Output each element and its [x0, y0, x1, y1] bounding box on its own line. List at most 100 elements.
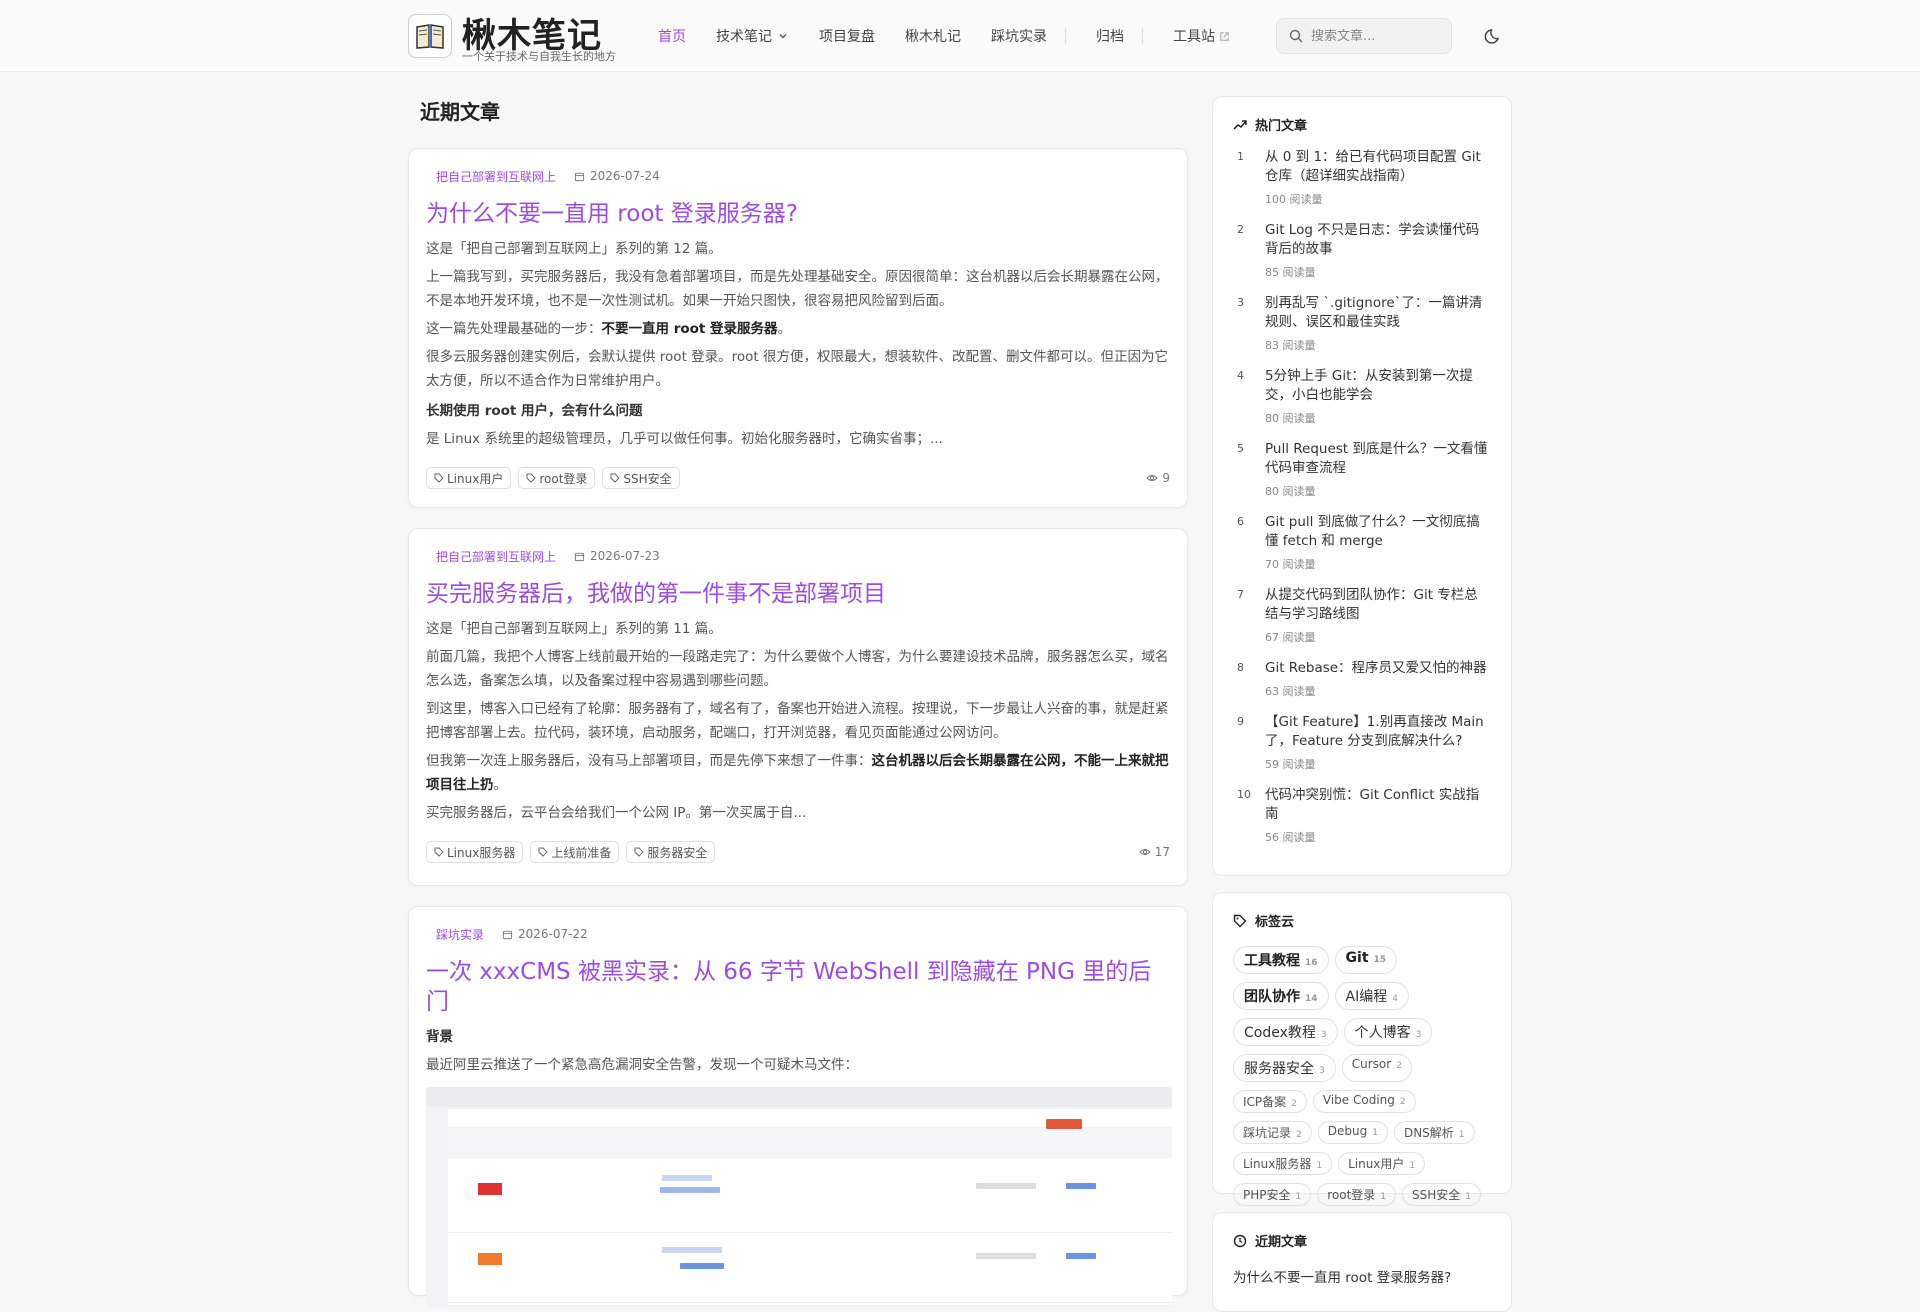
hot-post-item[interactable]: 7 从提交代码到团队协作：Git 专栏总结与学习路线图 67 阅读量	[1233, 586, 1491, 645]
cloud-tag-label: Vibe Coding	[1322, 1093, 1395, 1107]
post-card[interactable]: 把自己部署到互联网上 2026-07-24 为什么不要一直用 root 登录服务…	[408, 148, 1188, 508]
cloud-tag[interactable]: ICP备案 2	[1233, 1090, 1307, 1113]
hot-post-title[interactable]: 从 0 到 1：给已有代码项目配置 Git 仓库（超详细实战指南）	[1265, 148, 1491, 186]
hot-post-title[interactable]: 别再乱写 `.gitignore`了：一篇讲清规则、误区和最佳实践	[1265, 294, 1491, 332]
hot-post-item[interactable]: 2 Git Log 不只是日志：学会读懂代码背后的故事 85 阅读量	[1233, 221, 1491, 280]
cloud-tag[interactable]: Debug 1	[1317, 1121, 1388, 1144]
post-tag[interactable]: root登录	[518, 467, 596, 489]
nav-home-label: 首页	[658, 29, 686, 45]
post-tag[interactable]: Linux用户	[426, 467, 512, 489]
hot-post-title[interactable]: 5分钟上手 Git：从安装到第一次提交，小白也能学会	[1265, 367, 1491, 405]
post-excerpt: 这是「把自己部署到互联网上」系列的第 11 篇。 前面几篇，我把个人博客上线前最…	[426, 617, 1170, 825]
post-title[interactable]: 买完服务器后，我做的第一件事不是部署项目	[426, 579, 1170, 609]
hot-post-rank: 3	[1237, 296, 1244, 309]
search-box[interactable]	[1276, 18, 1452, 54]
recent-posts-title: 近期文章	[1255, 1235, 1308, 1250]
book-logo-icon[interactable]	[408, 14, 452, 58]
hot-post-item[interactable]: 9 【Git Feature】1.别再直接改 Main 了，Feature 分支到…	[1233, 713, 1491, 772]
post-title[interactable]: 为什么不要一直用 root 登录服务器?	[426, 199, 1170, 229]
cloud-tag-count: 2	[1291, 1099, 1297, 1109]
hot-post-reads: 100 阅读量	[1265, 193, 1323, 206]
cloud-tag[interactable]: SSH安全 1	[1402, 1183, 1482, 1206]
hot-post-title[interactable]: 【Git Feature】1.别再直接改 Main 了，Feature 分支到底…	[1265, 713, 1491, 751]
excerpt-paragraph: 是 Linux 系统里的超级管理员，几乎可以做任何事。初始化服务器时，它确实省事…	[426, 431, 943, 447]
calendar-icon	[574, 172, 585, 181]
cloud-tag[interactable]: AI编程 4	[1334, 982, 1409, 1010]
category-badge[interactable]: 把自己部署到互联网上	[426, 168, 566, 185]
hot-post-title[interactable]: Pull Request 到底是什么？一文看懂代码审查流程	[1265, 440, 1491, 478]
cloud-tag[interactable]: 踩坑记录 2	[1233, 1121, 1312, 1144]
hot-post-item[interactable]: 1 从 0 到 1：给已有代码项目配置 Git 仓库（超详细实战指南） 100 阅读…	[1233, 148, 1491, 207]
cloud-tag[interactable]: 团队协作 14	[1233, 982, 1329, 1010]
post-tag[interactable]: 服务器安全	[626, 841, 716, 863]
hot-post-title[interactable]: Git Log 不只是日志：学会读懂代码背后的故事	[1265, 221, 1491, 259]
post-date: 2026-07-23	[574, 549, 660, 563]
category-badge[interactable]: 踩坑实录	[426, 926, 494, 943]
hot-post-title[interactable]: 代码冲突别慌：Git Conflict 实战指南	[1265, 786, 1491, 824]
search-icon	[1289, 29, 1303, 43]
hot-post-item[interactable]: 3 别再乱写 `.gitignore`了：一篇讲清规则、误区和最佳实践 83 阅读量	[1233, 294, 1491, 353]
excerpt-paragraph: 到这里，博客入口已经有了轮廓：服务器有了，域名有了，备案也开始进入流程。按理说，…	[426, 701, 1169, 741]
cloud-tag-count: 3	[1320, 1030, 1327, 1040]
cloud-tag[interactable]: root登录 1	[1317, 1183, 1397, 1206]
hot-post-item[interactable]: 4 5分钟上手 Git：从安装到第一次提交，小白也能学会 80 阅读量	[1233, 367, 1491, 426]
hot-post-rank: 8	[1237, 661, 1244, 674]
tag-icon	[434, 847, 444, 857]
nav-home[interactable]: 首页	[658, 26, 686, 46]
post-date-text: 2026-07-22	[518, 927, 588, 941]
chevron-down-icon	[779, 34, 787, 39]
nav-tools[interactable]: 工具站	[1173, 26, 1230, 46]
cloud-tag-count: 1	[1372, 1128, 1378, 1138]
post-tag[interactable]: SSH安全	[602, 467, 680, 489]
nav-archive[interactable]: 归档	[1096, 26, 1124, 46]
cloud-tag[interactable]: Cursor 2	[1341, 1054, 1412, 1082]
nav-project-review-label: 项目复盘	[819, 29, 875, 45]
trending-up-icon	[1233, 119, 1247, 130]
hot-post-title[interactable]: Git Rebase：程序员又爱又怕的神器	[1265, 659, 1491, 678]
cloud-tag[interactable]: PHP安全 1	[1233, 1183, 1312, 1206]
post-tag-label: 服务器安全	[647, 845, 708, 860]
cloud-tag[interactable]: Linux用户 1	[1338, 1152, 1426, 1175]
cloud-tag-label: Linux用户	[1348, 1157, 1405, 1171]
moon-icon[interactable]	[1484, 26, 1504, 46]
nav-pitfalls[interactable]: 踩坑实录	[991, 26, 1047, 46]
hot-post-item[interactable]: 5 Pull Request 到底是什么？一文看懂代码审查流程 80 阅读量	[1233, 440, 1491, 499]
hot-post-rank: 1	[1237, 150, 1244, 163]
nav-essays[interactable]: 楸木札记	[905, 26, 961, 46]
post-tag-label: Linux服务器	[447, 845, 516, 860]
view-count-value: 17	[1154, 845, 1170, 859]
tag-icon	[434, 473, 444, 483]
eye-icon	[1146, 475, 1159, 481]
cloud-tag[interactable]: DNS解析 1	[1393, 1121, 1475, 1144]
hot-post-rank: 5	[1237, 442, 1244, 455]
excerpt-heading: 长期使用 root 用户，会有什么问题	[426, 403, 643, 419]
category-badge[interactable]: 把自己部署到互联网上	[426, 548, 566, 565]
post-tag[interactable]: 上线前准备	[530, 841, 620, 863]
cloud-tag[interactable]: Vibe Coding 2	[1312, 1090, 1416, 1113]
post-card[interactable]: 踩坑实录 2026-07-22 一次 xxxCMS 被黑实录：从 66 字节 W…	[408, 906, 1188, 1307]
hot-post-item[interactable]: 10 代码冲突别慌：Git Conflict 实战指南 56 阅读量	[1233, 786, 1491, 845]
hot-post-title[interactable]: Git pull 到底做了什么？一文彻底搞懂 fetch 和 merge	[1265, 513, 1491, 551]
post-date-text: 2026-07-24	[590, 169, 660, 183]
nav-tech-notes[interactable]: 技术笔记	[716, 26, 789, 46]
cloud-tag[interactable]: Git 15	[1334, 946, 1398, 974]
tag-cloud-title: 标签云	[1255, 915, 1295, 930]
recent-post-link[interactable]: 为什么不要一直用 root 登录服务器?	[1233, 1266, 1491, 1286]
post-card[interactable]: 把自己部署到互联网上 2026-07-23 买完服务器后，我做的第一件事不是部署…	[408, 528, 1188, 886]
nav-project-review[interactable]: 项目复盘	[819, 26, 875, 46]
cloud-tag[interactable]: Linux服务器 1	[1233, 1152, 1333, 1175]
tag-icon	[538, 847, 549, 857]
hot-post-title[interactable]: 从提交代码到团队协作：Git 专栏总结与学习路线图	[1265, 586, 1491, 624]
cloud-tag[interactable]: Codex教程 3	[1233, 1018, 1338, 1046]
hot-posts-title: 热门文章	[1255, 119, 1308, 134]
post-tag[interactable]: Linux服务器	[426, 841, 524, 863]
hot-post-reads: 83 阅读量	[1265, 339, 1316, 352]
hot-post-item[interactable]: 6 Git pull 到底做了什么？一文彻底搞懂 fetch 和 merge 70 …	[1233, 513, 1491, 572]
post-title[interactable]: 一次 xxxCMS 被黑实录：从 66 字节 WebShell 到隐藏在 PNG…	[426, 957, 1170, 1017]
cloud-tag[interactable]: 个人博客 3	[1343, 1018, 1433, 1046]
hot-post-item[interactable]: 8 Git Rebase：程序员又爱又怕的神器 63 阅读量	[1233, 659, 1491, 699]
cloud-tag[interactable]: 工具教程 16	[1233, 946, 1329, 974]
post-date-text: 2026-07-23	[590, 549, 660, 563]
cloud-tag[interactable]: 服务器安全 3	[1233, 1054, 1336, 1082]
search-input[interactable]	[1311, 28, 1431, 44]
